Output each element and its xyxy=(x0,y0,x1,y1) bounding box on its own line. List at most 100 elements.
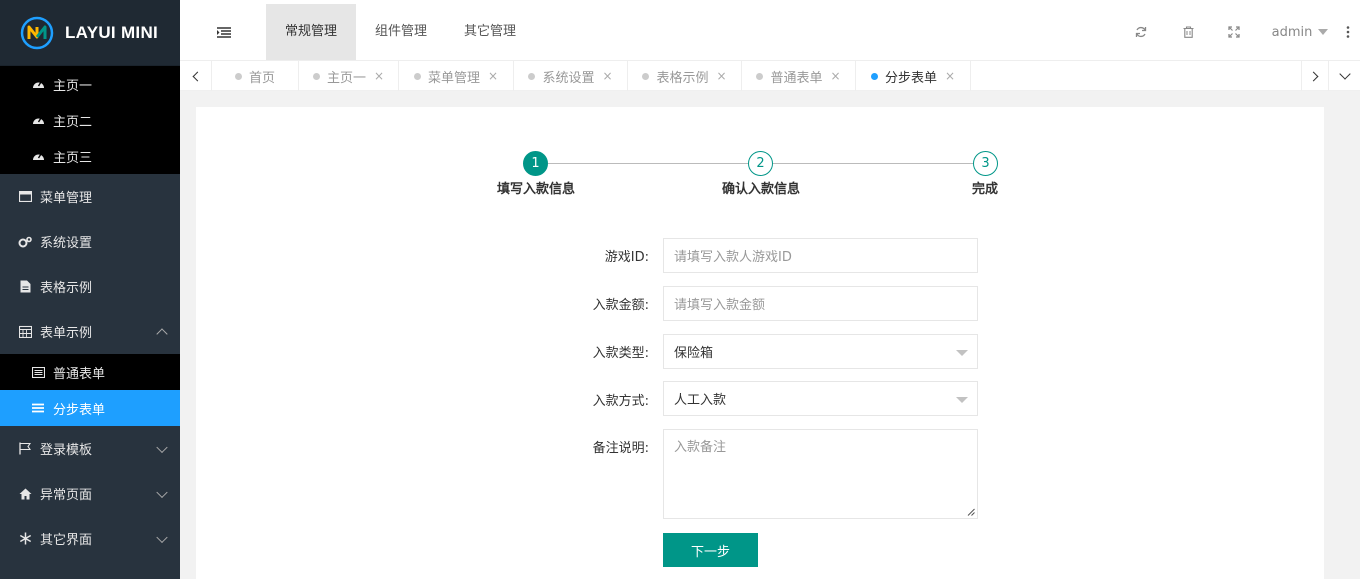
sidebar-item-label: 表格示例 xyxy=(40,281,93,296)
sidebar-item-label: 其它界面 xyxy=(40,533,93,548)
chevron-down-icon xyxy=(156,441,168,453)
sidebar-item-login-template[interactable]: 登录模板 xyxy=(0,426,180,471)
logo[interactable]: LAYUI MINI xyxy=(0,0,180,66)
trash-icon[interactable] xyxy=(1175,4,1201,60)
logo-text: LAYUI MINI xyxy=(65,22,159,42)
tab-label: 表格示例 xyxy=(656,70,709,86)
sidebar-item-label: 普通表单 xyxy=(53,366,106,382)
tab-label: 首页 xyxy=(248,70,275,86)
page-tab[interactable]: 主页一 × xyxy=(299,61,399,91)
user-menu[interactable]: admin xyxy=(1270,4,1330,60)
page-tab[interactable]: 普通表单 × xyxy=(742,61,856,91)
fullscreen-icon[interactable] xyxy=(1221,4,1247,60)
bars-icon xyxy=(31,401,45,415)
method-select[interactable]: 人工入款 xyxy=(663,381,978,416)
sidebar-item-form-example[interactable]: 表单示例 xyxy=(0,309,180,354)
tab-dot xyxy=(312,72,320,80)
chevron-down-icon xyxy=(156,486,168,498)
tab-dot xyxy=(756,72,764,80)
page-tab[interactable]: 菜单管理 × xyxy=(399,61,514,91)
page-tab[interactable]: 表格示例 × xyxy=(628,61,742,91)
snowflake-icon xyxy=(18,532,32,546)
close-icon[interactable]: × xyxy=(945,69,955,83)
amount-input[interactable]: 请填写入款金额 xyxy=(663,286,978,321)
tab-label: 分步表单 xyxy=(884,70,937,86)
sidebar-item-home2[interactable]: 主页二 xyxy=(0,102,180,138)
close-icon[interactable]: × xyxy=(488,69,498,83)
sidebar-item-label: 主页三 xyxy=(53,150,93,166)
tab-dot xyxy=(642,72,650,80)
remark-placeholder: 入款备注 xyxy=(674,440,727,455)
logo-icon xyxy=(20,16,54,49)
chevron-left-icon xyxy=(192,71,202,81)
sidebar-item-system-settings[interactable]: 系统设置 xyxy=(0,219,180,264)
chevron-right-icon xyxy=(1308,71,1319,81)
close-icon[interactable]: × xyxy=(602,69,612,83)
close-icon[interactable]: × xyxy=(716,69,726,83)
chevron-up-icon xyxy=(156,327,168,340)
window-icon xyxy=(18,190,32,204)
sidebar-item-label: 主页一 xyxy=(53,78,93,94)
chevron-down-icon xyxy=(156,531,168,543)
sidebar-item-home1[interactable]: 主页一 xyxy=(0,66,180,102)
tab-dot xyxy=(528,72,536,80)
sidebar-item-step-form[interactable]: 分步表单 xyxy=(0,390,180,426)
form-submenu: 普通表单 分步表单 xyxy=(0,354,180,426)
tabs-menu-button[interactable] xyxy=(1328,61,1360,91)
amount-label: 入款金额: xyxy=(592,298,649,313)
type-select[interactable]: 保险箱 xyxy=(663,334,978,369)
next-step-button[interactable]: 下一步 xyxy=(663,533,758,567)
sidebar-item-label: 登录模板 xyxy=(40,443,93,458)
method-select-value: 人工入款 xyxy=(674,393,727,408)
close-icon[interactable]: × xyxy=(830,69,840,83)
sidebar-item-label: 主页二 xyxy=(53,114,93,130)
tab-dot xyxy=(870,72,878,80)
remark-textarea[interactable]: 入款备注 xyxy=(663,429,978,519)
tab-dot xyxy=(413,72,421,80)
nav-tab-others[interactable]: 其它管理 xyxy=(446,4,534,60)
sidebar-item-label: 异常页面 xyxy=(40,488,93,503)
tab-dot xyxy=(234,72,242,80)
sidebar-item-home3[interactable]: 主页三 xyxy=(0,138,180,174)
remark-label: 备注说明: xyxy=(592,441,649,456)
page-tabs-bar: 首页 主页一 × 菜单管理 × 系统设置 × 表格示例 × 普通表单 × 分步表单 × xyxy=(180,60,1360,91)
game-id-input[interactable]: 请填写入款人游戏ID xyxy=(663,238,978,273)
triangle-down-icon xyxy=(956,350,968,356)
close-icon[interactable]: × xyxy=(374,69,384,83)
home-submenu: 主页一 主页二 主页三 xyxy=(0,66,180,174)
tab-label: 系统设置 xyxy=(542,70,595,86)
sidebar: LAYUI MINI 主页一 主页二 主页三 菜单管理 系统设置 表格示例 表单… xyxy=(0,0,180,579)
username: admin xyxy=(1271,24,1313,40)
page-tab-active[interactable]: 分步表单 × xyxy=(856,61,971,91)
nav-tab-general[interactable]: 常规管理 xyxy=(266,4,356,60)
type-label: 入款类型: xyxy=(592,346,649,361)
type-select-value: 保险箱 xyxy=(674,346,714,361)
sidebar-item-label: 表单示例 xyxy=(40,326,93,341)
sidebar-item-normal-form[interactable]: 普通表单 xyxy=(0,354,180,390)
nav-tab-components[interactable]: 组件管理 xyxy=(356,4,446,60)
page-tab[interactable]: 系统设置 × xyxy=(514,61,628,91)
method-label: 入款方式: xyxy=(592,394,649,409)
dashboard-icon xyxy=(31,149,45,163)
sidebar-item-menu-manage[interactable]: 菜单管理 xyxy=(0,174,180,219)
sidebar-item-label: 菜单管理 xyxy=(40,191,93,206)
sidebar-item-other-ui[interactable]: 其它界面 xyxy=(0,516,180,561)
tabs-scroll-right-button[interactable] xyxy=(1301,61,1328,91)
dashboard-icon xyxy=(31,77,45,91)
menu-toggle-icon[interactable] xyxy=(212,4,236,60)
more-vertical-icon[interactable] xyxy=(1340,4,1356,60)
flag-icon xyxy=(18,442,32,456)
top-header: 常规管理 组件管理 其它管理 admin xyxy=(180,0,1360,60)
sidebar-item-label: 分步表单 xyxy=(53,402,106,418)
caret-down-icon xyxy=(1318,29,1329,35)
resize-handle-icon[interactable] xyxy=(967,508,975,516)
chevron-down-icon xyxy=(1338,68,1351,80)
page-tab[interactable]: 首页 xyxy=(212,61,299,91)
refresh-icon[interactable] xyxy=(1128,4,1154,60)
sidebar-item-label: 系统设置 xyxy=(40,236,93,251)
file-icon xyxy=(18,280,32,294)
tab-label: 菜单管理 xyxy=(427,70,480,86)
sidebar-item-error-page[interactable]: 异常页面 xyxy=(0,471,180,516)
tabs-scroll-left-button[interactable] xyxy=(180,61,212,91)
sidebar-item-table-example[interactable]: 表格示例 xyxy=(0,264,180,309)
